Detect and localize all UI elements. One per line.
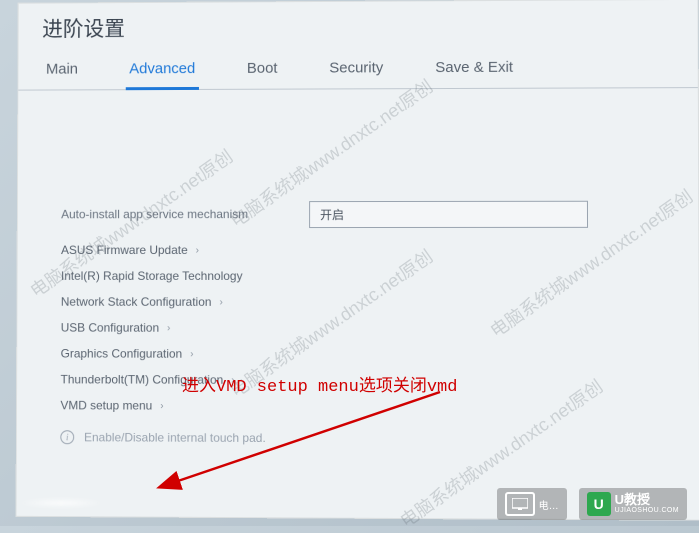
hint-text: Enable/Disable internal touch pad. [84,430,266,445]
setting-auto-app-value[interactable]: 开启 [309,200,588,227]
chevron-right-icon: › [219,296,222,307]
submenu-asus-firmware[interactable]: ASUS Firmware Update › [61,237,654,263]
logo-ujiaoshou: U U教授 UJIAOSHOU.COM [579,488,687,520]
tab-security[interactable]: Security [325,49,387,88]
tab-advanced[interactable]: Advanced [125,50,199,89]
setting-auto-app: Auto-install app service mechanism 开启 [61,199,654,230]
submenu-label: VMD setup menu [60,398,152,412]
submenu-irst[interactable]: Intel(R) Rapid Storage Technology [61,263,654,289]
chevron-right-icon: › [167,322,170,333]
submenu-label: Network Stack Configuration [61,295,212,309]
info-icon: i [60,430,74,444]
submenu-network-stack[interactable]: Network Stack Configuration › [61,289,654,316]
annotation-text: 进入VMD setup menu选项关闭vmd [182,371,457,397]
settings-content: Auto-install app service mechanism 开启 AS… [17,88,699,467]
submenu-label: ASUS Firmware Update [61,243,188,257]
submenu-label: Graphics Configuration [61,347,183,361]
tab-save-exit[interactable]: Save & Exit [431,49,517,88]
tab-main[interactable]: Main [42,51,82,90]
bottom-logos: 电… U U教授 UJIAOSHOU.COM [497,488,687,520]
tab-boot[interactable]: Boot [243,50,282,89]
chevron-right-icon: › [196,245,199,256]
monitor-icon [505,492,535,516]
setting-auto-app-label: Auto-install app service mechanism [61,207,309,221]
hint-row: i Enable/Disable internal touch pad. [60,418,654,446]
u-icon: U [587,492,611,516]
logo-dnxtc: 电… [497,488,567,520]
chevron-right-icon: › [190,348,193,359]
submenu-usb-config[interactable]: USB Configuration › [61,315,654,342]
submenu-graphics-config[interactable]: Graphics Configuration › [61,341,655,368]
tabs-bar: Main Advanced Boot Security Save & Exit [18,48,697,91]
logo-ujiaoshou-main: U教授 [615,493,679,507]
submenu-label: USB Configuration [61,321,159,335]
logo-ujiaoshou-sub: UJIAOSHOU.COM [615,507,679,515]
submenu-label: Intel(R) Rapid Storage Technology [61,269,243,283]
chevron-right-icon: › [160,400,163,411]
logo-dnxtc-text: 电… [539,497,559,512]
page-title: 进阶设置 [19,0,698,51]
